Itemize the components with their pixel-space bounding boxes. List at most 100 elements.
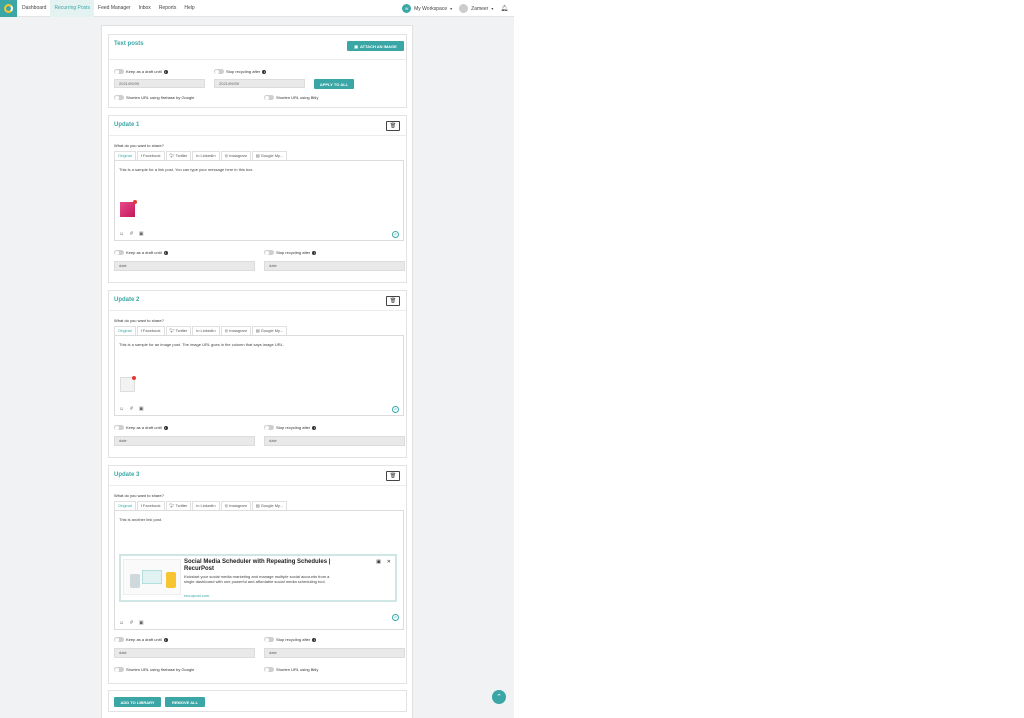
nav-dashboard[interactable]: Dashboard <box>18 0 50 17</box>
stop-date-input[interactable]: date <box>264 436 405 446</box>
hashtag-icon[interactable]: # <box>130 620 133 626</box>
stop-date-input[interactable]: date <box>264 648 405 658</box>
stop-recycling-toggle[interactable]: Stop recycling after i <box>264 425 317 430</box>
tab-google-my-business[interactable]: ▤ Google My... <box>251 501 288 510</box>
tab-original[interactable]: Original <box>114 326 136 335</box>
tab-twitter[interactable]: 🐦︎ Twitter <box>165 151 192 160</box>
tab-twitter[interactable]: 🐦︎ Twitter <box>165 326 192 335</box>
bell-icon[interactable]: 🔔︎ <box>500 5 508 12</box>
nav-inbox[interactable]: Inbox <box>135 0 155 17</box>
draft-date-input[interactable]: date <box>114 436 255 446</box>
image-icon[interactable]: ▣ <box>376 559 381 565</box>
draft-switch[interactable] <box>114 250 124 255</box>
draft-switch[interactable] <box>114 425 124 430</box>
tab-facebook[interactable]: f Facebook <box>136 326 165 335</box>
tab-linkedin[interactable]: in LinkedIn <box>192 501 220 510</box>
hashtag-icon[interactable]: # <box>130 231 133 237</box>
user-name[interactable]: Zameer <box>471 6 488 12</box>
tab-twitter[interactable]: 🐦︎ Twitter <box>165 501 192 510</box>
stop-date-input[interactable]: date <box>264 261 405 271</box>
message-text[interactable]: This is a sample for an image post. The … <box>119 342 284 347</box>
attached-image-thumbnail[interactable] <box>120 200 137 217</box>
bitly-switch[interactable] <box>264 667 274 672</box>
bitly-toggle[interactable]: Shorten URL using Bitly <box>264 667 318 672</box>
attach-image-button[interactable]: ▣ ATTACH AN IMAGE <box>347 41 404 51</box>
attached-image-thumbnail[interactable] <box>120 376 136 392</box>
tab-original[interactable]: Original <box>114 501 136 510</box>
emoji-icon[interactable]: ☺ <box>119 231 124 237</box>
info-icon: i <box>312 425 317 430</box>
image-icon[interactable]: ▣ <box>139 620 144 626</box>
tab-facebook[interactable]: f Facebook <box>136 501 165 510</box>
stop-recycling-switch[interactable] <box>264 425 274 430</box>
tab-instagram[interactable]: ◎ Instagram <box>220 326 251 335</box>
firebase-toggle[interactable]: Shorten URL using firebase by Google <box>114 95 194 100</box>
tab-google-my-business[interactable]: ▤ Google My... <box>251 326 288 335</box>
image-icon[interactable]: ▣ <box>139 231 144 237</box>
chevron-down-icon[interactable]: ▾ <box>450 6 452 11</box>
message-editor[interactable]: This is another link post. Social Media … <box>114 510 404 630</box>
draft-toggle[interactable]: Keep as a draft until i <box>114 250 168 255</box>
draft-switch[interactable] <box>114 637 124 642</box>
remove-image-icon[interactable] <box>132 376 136 380</box>
link-preview-url[interactable]: recurpost.com <box>184 593 209 598</box>
delete-update-button[interactable]: 🗑︎ <box>386 121 400 131</box>
ai-writer-icon[interactable]: AI <box>392 406 399 413</box>
emoji-icon[interactable]: ☺ <box>119 620 124 626</box>
nav-reports[interactable]: Reports <box>155 0 181 17</box>
draft-toggle[interactable]: Keep as a draft until i <box>114 69 168 74</box>
bitly-toggle[interactable]: Shorten URL using Bitly <box>264 95 318 100</box>
apply-to-all-button[interactable]: APPLY TO ALL <box>314 79 354 89</box>
nav-feed-manager[interactable]: Feed Manager <box>94 0 135 17</box>
stop-recycling-toggle[interactable]: Stop recycling after i <box>214 69 267 74</box>
close-icon[interactable]: ✕ <box>387 559 391 565</box>
emoji-icon[interactable]: ☺ <box>119 406 124 412</box>
nav-help[interactable]: Help <box>180 0 198 17</box>
user-avatar[interactable] <box>459 4 469 13</box>
draft-date-input[interactable]: date <box>114 648 255 658</box>
stop-recycling-toggle[interactable]: Stop recycling after i <box>264 637 317 642</box>
draft-date-input[interactable]: date <box>114 261 255 271</box>
remove-all-button[interactable]: REMOVE ALL <box>165 697 205 707</box>
stop-recycling-switch[interactable] <box>214 69 224 74</box>
stop-recycling-toggle[interactable]: Stop recycling after i <box>264 250 317 255</box>
remove-image-icon[interactable] <box>133 200 137 204</box>
nav-recurring-posts[interactable]: Recurring Posts <box>50 0 95 17</box>
delete-update-button[interactable]: 🗑︎ <box>386 471 400 481</box>
message-text[interactable]: This is a sample for a link post. You ca… <box>119 167 254 172</box>
workspace-name[interactable]: My Workspace <box>414 6 447 12</box>
link-preview-description: Kickstart your social media marketing an… <box>184 574 330 584</box>
chevron-down-icon[interactable]: ▾ <box>491 6 493 11</box>
message-text[interactable]: This is another link post. <box>119 517 162 522</box>
workspace-avatar[interactable]: W <box>402 4 412 13</box>
firebase-switch[interactable] <box>114 667 124 672</box>
delete-update-button[interactable]: 🗑︎ <box>386 296 400 306</box>
link-preview-card[interactable]: Social Media Scheduler with Repeating Sc… <box>119 554 397 602</box>
tab-google-my-business[interactable]: ▤ Google My... <box>251 151 288 160</box>
stop-recycling-switch[interactable] <box>264 637 274 642</box>
recurpost-logo-icon[interactable] <box>0 0 17 17</box>
ai-writer-icon[interactable]: AI <box>392 614 399 621</box>
tab-instagram[interactable]: ◎ Instagram <box>220 151 251 160</box>
tab-original[interactable]: Original <box>114 151 136 160</box>
draft-toggle[interactable]: Keep as a draft until i <box>114 637 168 642</box>
tab-facebook[interactable]: f Facebook <box>136 151 165 160</box>
image-icon[interactable]: ▣ <box>139 406 144 412</box>
tab-linkedin[interactable]: in LinkedIn <box>192 326 220 335</box>
firebase-switch[interactable] <box>114 95 124 100</box>
add-to-library-button[interactable]: ADD TO LIBRARY <box>114 697 161 707</box>
stop-recycling-switch[interactable] <box>264 250 274 255</box>
message-editor[interactable]: This is a sample for an image post. The … <box>114 335 404 416</box>
scroll-to-top-button[interactable]: ⌃ <box>492 690 506 704</box>
firebase-toggle[interactable]: Shorten URL using firebase by Google <box>114 667 194 672</box>
ai-writer-icon[interactable]: AI <box>392 231 399 238</box>
draft-switch[interactable] <box>114 69 124 74</box>
message-editor[interactable]: This is a sample for a link post. You ca… <box>114 160 404 241</box>
stop-date-input[interactable]: 2021/09/09 <box>214 79 305 88</box>
tab-instagram[interactable]: ◎ Instagram <box>220 501 251 510</box>
bitly-switch[interactable] <box>264 95 274 100</box>
draft-toggle[interactable]: Keep as a draft until i <box>114 425 168 430</box>
draft-date-input[interactable]: 2021/09/09 <box>114 79 205 88</box>
tab-linkedin[interactable]: in LinkedIn <box>192 151 220 160</box>
hashtag-icon[interactable]: # <box>130 406 133 412</box>
